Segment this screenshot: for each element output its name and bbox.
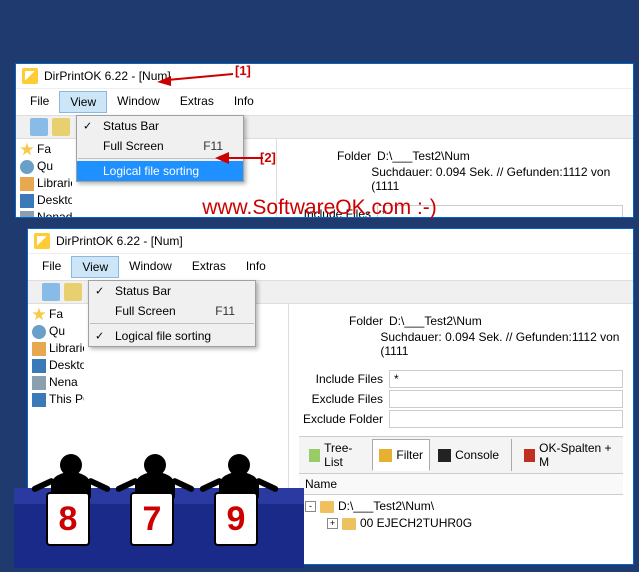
- menu-extras[interactable]: Extras: [170, 91, 224, 113]
- menu-info[interactable]: Info: [224, 91, 264, 113]
- menu-extras[interactable]: Extras: [182, 256, 236, 278]
- details-pane: Folder D:\___Test2\Num Suchdauer: 0.094 …: [288, 304, 633, 543]
- search-info: Suchdauer: 0.094 Sek. // Gefunden:1112 v…: [380, 330, 623, 358]
- libraries-icon: [20, 177, 34, 191]
- menu-view[interactable]: View: [59, 91, 107, 113]
- folder-label: Folder: [287, 149, 377, 163]
- app-icon: [34, 233, 50, 249]
- exclude-files-input[interactable]: [389, 390, 623, 408]
- folder-icon: [320, 501, 334, 513]
- star-icon: [20, 143, 34, 157]
- list-header-name[interactable]: Name: [299, 474, 623, 495]
- app-icon: [22, 68, 38, 84]
- gear-icon: [32, 325, 46, 339]
- tab-tree-list[interactable]: Tree-List: [303, 439, 370, 471]
- pc-icon: [32, 393, 46, 407]
- tab-filter[interactable]: Filter: [372, 439, 430, 471]
- toolbar-icon[interactable]: [52, 118, 70, 136]
- sidebar-item[interactable]: Fa: [32, 306, 84, 323]
- sidebar-item[interactable]: Qu: [20, 158, 72, 175]
- tab-ok-spalten[interactable]: OK-Spalten + M: [518, 439, 619, 471]
- menu-item-fullscreen[interactable]: Full Screen F11: [89, 301, 255, 321]
- folder-value: D:\___Test2\Num: [377, 149, 470, 163]
- window-title: DirPrintOK 6.22 - [Num]: [56, 234, 183, 248]
- sidebar-item[interactable]: Qu: [32, 323, 84, 340]
- folder-value: D:\___Test2\Num: [389, 314, 482, 328]
- menubar: File View Window Extras Info: [28, 254, 633, 280]
- menu-item-statusbar[interactable]: ✓ Status Bar: [77, 116, 243, 136]
- titlebar[interactable]: DirPrintOK 6.22 - [Num]: [16, 64, 633, 89]
- menu-window[interactable]: Window: [119, 256, 182, 278]
- exclude-folder-input[interactable]: [389, 410, 623, 428]
- menubar: File View Window Extras Info: [16, 89, 633, 115]
- tab-console[interactable]: Console: [432, 439, 505, 471]
- tree-icon: [309, 449, 320, 462]
- window-title: DirPrintOK 6.22 - [Num]: [44, 69, 171, 83]
- sidebar: Fa Qu Libraries Desktop Nena This PC: [28, 304, 88, 543]
- arrow-2: [215, 150, 265, 166]
- collapse-icon[interactable]: -: [305, 501, 316, 512]
- sidebar-item[interactable]: Libraries: [20, 175, 72, 192]
- separator: [90, 323, 254, 324]
- tab-strip: Tree-List Filter Console OK-Spalten + M: [299, 436, 623, 474]
- gear-icon: [20, 160, 34, 174]
- exclude-folder-label: Exclude Folder: [299, 412, 389, 426]
- arrow-1: [155, 68, 235, 86]
- menu-item-logical-sort[interactable]: ✓ Logical file sorting: [89, 326, 255, 346]
- menu-view[interactable]: View: [71, 256, 119, 278]
- columns-icon: [524, 449, 535, 462]
- folder-icon: [342, 518, 356, 530]
- menu-file[interactable]: File: [32, 256, 71, 278]
- expand-icon[interactable]: +: [327, 518, 338, 529]
- sidebar-item[interactable]: Fa: [20, 141, 72, 158]
- titlebar[interactable]: DirPrintOK 6.22 - [Num]: [28, 229, 633, 254]
- annotation-1: [1]: [235, 63, 251, 78]
- app-window-2: DirPrintOK 6.22 - [Num] File View Window…: [27, 228, 634, 565]
- sidebar-item[interactable]: Desktop: [32, 357, 84, 374]
- check-icon: ✓: [95, 330, 104, 343]
- console-icon: [438, 449, 451, 462]
- include-files-input[interactable]: *: [389, 370, 623, 388]
- toolbar-icon[interactable]: [64, 283, 82, 301]
- tree-area: - D:\___Test2\Num\ + 00 EJECH2TUHR0G: [299, 495, 623, 535]
- check-icon: ✓: [83, 120, 92, 133]
- watermark: www.SoftwareOK.com :-): [0, 196, 639, 220]
- menu-file[interactable]: File: [20, 91, 59, 113]
- desktop-icon: [32, 359, 46, 373]
- sidebar-item[interactable]: This PC: [32, 391, 84, 408]
- toolbar-icon[interactable]: [30, 118, 48, 136]
- toolbar-icon[interactable]: [42, 283, 60, 301]
- user-icon: [32, 376, 46, 390]
- menu-item-statusbar[interactable]: ✓ Status Bar: [89, 281, 255, 301]
- libraries-icon: [32, 342, 46, 356]
- menu-window[interactable]: Window: [107, 91, 170, 113]
- include-files-label: Include Files: [299, 372, 389, 386]
- sidebar-item[interactable]: Nena: [32, 374, 84, 391]
- menu-info[interactable]: Info: [236, 256, 276, 278]
- annotation-2: [2]: [260, 150, 276, 165]
- tree-row-root[interactable]: - D:\___Test2\Num\: [305, 498, 617, 515]
- tree-row-child[interactable]: + 00 EJECH2TUHR0G: [305, 515, 617, 532]
- exclude-files-label: Exclude Files: [299, 392, 389, 406]
- folder-label: Folder: [299, 314, 389, 328]
- filter-icon: [379, 449, 392, 462]
- star-icon: [32, 308, 46, 322]
- app-window-1: DirPrintOK 6.22 - [Num] File View Window…: [15, 63, 634, 218]
- view-dropdown: ✓ Status Bar Full Screen F11 ✓ Logical f…: [88, 280, 256, 347]
- view-dropdown: ✓ Status Bar Full Screen F11 Logical fil…: [76, 115, 244, 182]
- check-icon: ✓: [95, 285, 104, 298]
- search-info: Suchdauer: 0.094 Sek. // Gefunden:1112 v…: [371, 165, 623, 193]
- sidebar-item[interactable]: Libraries: [32, 340, 84, 357]
